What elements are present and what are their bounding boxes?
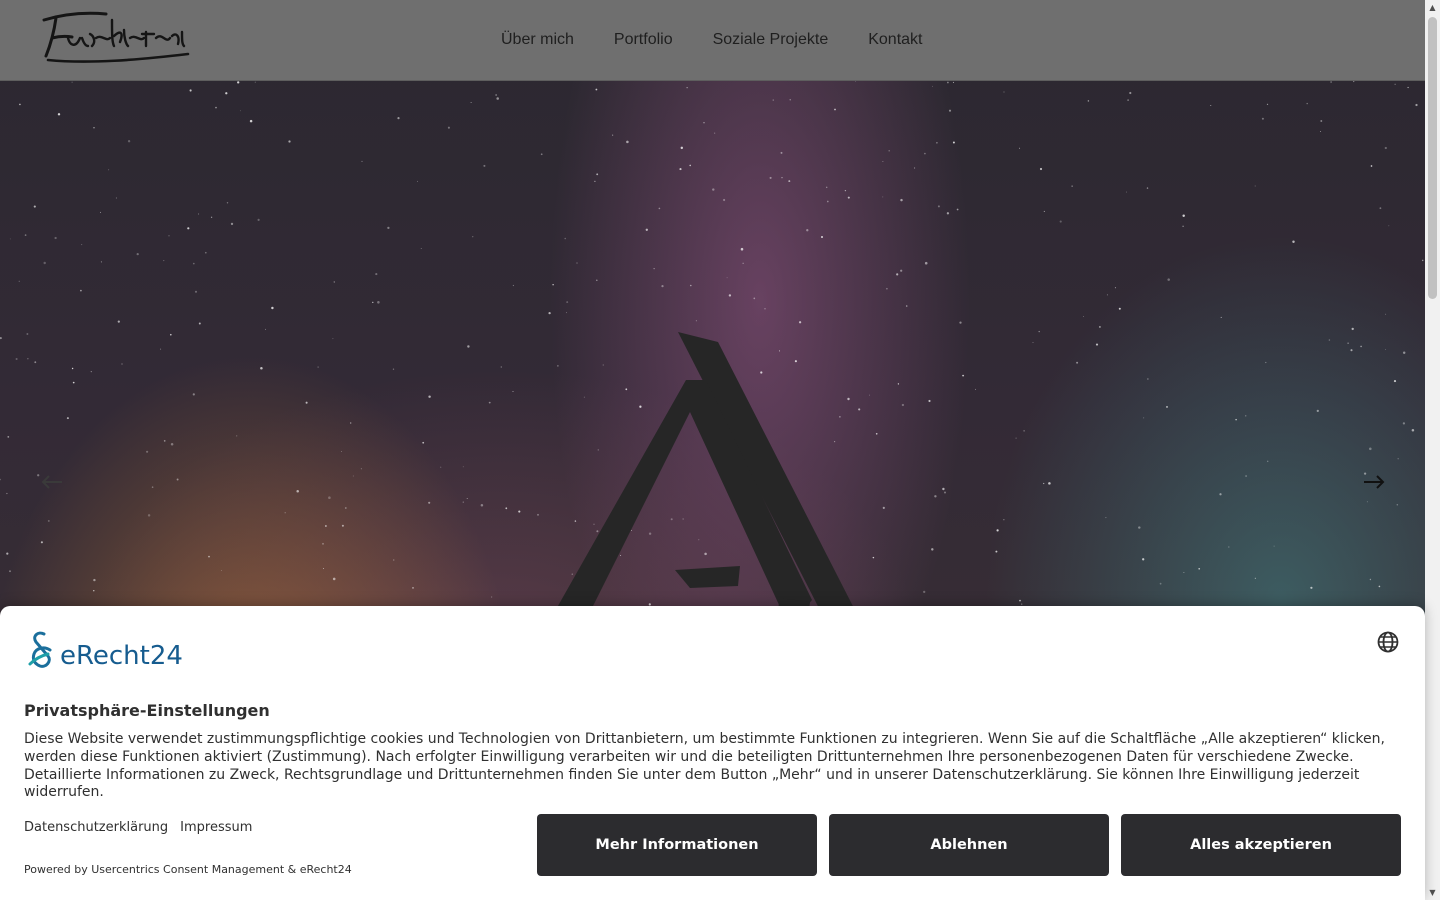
slider-prev-arrow-icon[interactable] [38, 470, 66, 494]
nav-link-portfolio[interactable]: Portfolio [594, 31, 693, 49]
imprint-link[interactable]: Impressum [180, 820, 252, 835]
nav-link-kontakt[interactable]: Kontakt [848, 31, 942, 49]
page-scrollbar[interactable]: ▲ ▼ [1425, 0, 1440, 900]
cookie-consent-banner: eRecht24 Privatsphäre-Einstellungen Dies… [0, 606, 1425, 900]
site-logo[interactable] [38, 8, 198, 70]
scrollbar-thumb[interactable] [1428, 17, 1437, 299]
more-information-button[interactable]: Mehr Informationen [537, 814, 817, 876]
erecht24-logo: eRecht24 [24, 630, 183, 670]
scroll-down-icon[interactable]: ▼ [1425, 885, 1440, 900]
nav-link-ueber-mich[interactable]: Über mich [481, 31, 594, 49]
consent-title: Privatsphäre-Einstellungen [24, 701, 270, 720]
nav-link-soziale-projekte[interactable]: Soziale Projekte [693, 31, 849, 49]
page: Über mich Portfolio Soziale Projekte Kon… [0, 0, 1440, 900]
globe-icon[interactable] [1376, 630, 1400, 654]
accept-all-button[interactable]: Alles akzeptieren [1121, 814, 1401, 876]
privacy-policy-link[interactable]: Datenschutzerklärung [24, 820, 168, 835]
main-navigation: Über mich Portfolio Soziale Projekte Kon… [481, 0, 943, 80]
consent-links: Datenschutzerklärung Impressum [24, 820, 252, 835]
hero-logo-mark [550, 332, 860, 620]
consent-description: Diese Website verwendet zustimmungspflic… [24, 731, 1385, 801]
site-header: Über mich Portfolio Soziale Projekte Kon… [0, 0, 1425, 81]
slider-next-arrow-icon[interactable] [1360, 470, 1388, 494]
deny-button[interactable]: Ablehnen [829, 814, 1109, 876]
brand-name: eRecht24 [60, 641, 183, 671]
logo-script-graphic [42, 11, 190, 63]
erecht24-ampersand-icon [28, 631, 52, 668]
scroll-up-icon[interactable]: ▲ [1425, 0, 1440, 15]
powered-by-text: Powered by Usercentrics Consent Manageme… [24, 863, 352, 876]
